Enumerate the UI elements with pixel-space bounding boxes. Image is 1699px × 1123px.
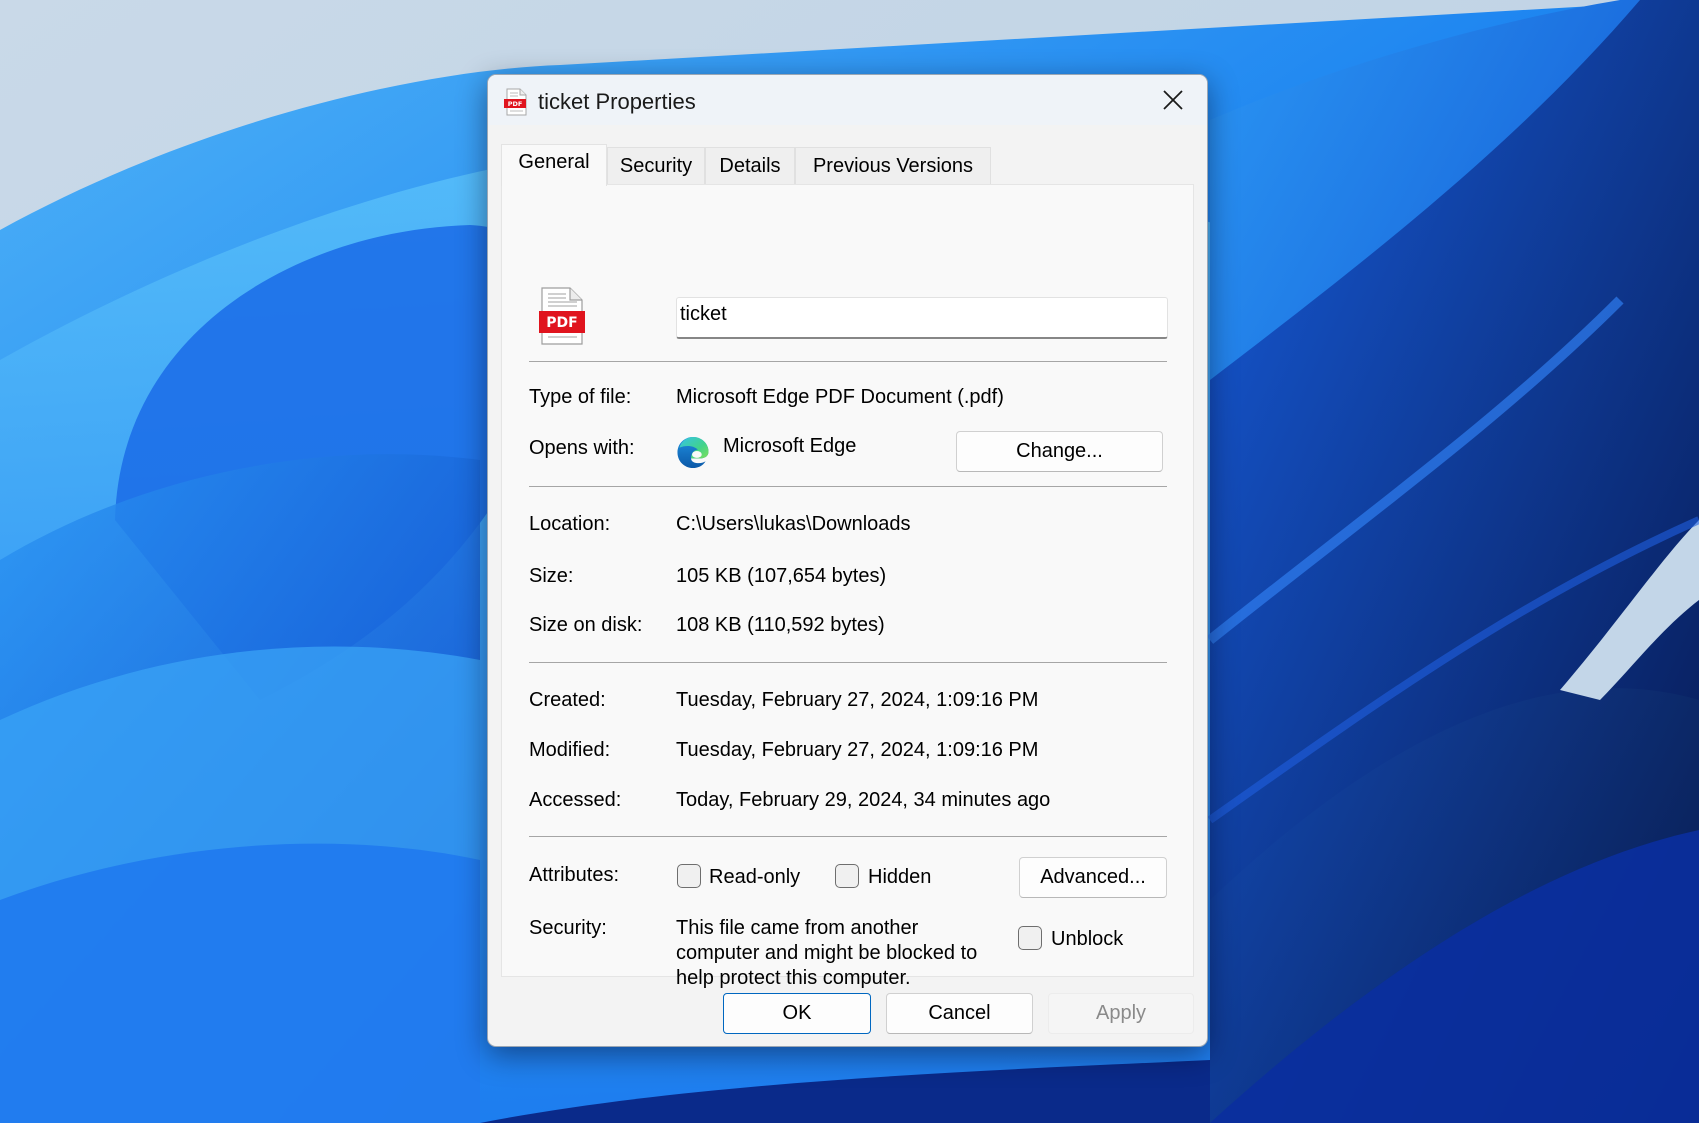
type-of-file-value: Microsoft Edge PDF Document (.pdf): [676, 386, 1004, 408]
apply-button[interactable]: Apply: [1048, 993, 1194, 1034]
cancel-button[interactable]: Cancel: [886, 993, 1033, 1034]
accessed-value: Today, February 29, 2024, 34 minutes ago: [676, 789, 1051, 811]
hidden-checkbox[interactable]: [835, 864, 859, 888]
general-tab-panel: PDF Type of file: Microsoft Edge PDF Doc…: [501, 184, 1194, 989]
tab-security[interactable]: Security: [607, 147, 705, 184]
security-message-line-3: help protect this computer.: [676, 967, 911, 989]
pdf-file-icon: PDF: [504, 88, 527, 116]
pdf-document-icon: PDF: [539, 287, 585, 345]
separator: [529, 361, 1167, 362]
advanced-button[interactable]: Advanced...: [1019, 857, 1167, 898]
accessed-label: Accessed:: [529, 789, 622, 811]
separator: [529, 836, 1167, 837]
tab-details[interactable]: Details: [705, 147, 795, 184]
type-of-file-label: Type of file:: [529, 386, 632, 408]
tab-label: General: [518, 151, 590, 173]
title-bar[interactable]: PDF ticket Properties: [488, 75, 1207, 125]
hidden-label[interactable]: Hidden: [868, 865, 931, 889]
size-value: 105 KB (107,654 bytes): [676, 565, 887, 587]
size-label: Size:: [529, 565, 574, 587]
security-label: Security:: [529, 917, 607, 939]
tab-label: Security: [619, 154, 693, 177]
microsoft-edge-icon: [677, 436, 709, 469]
close-icon: [1163, 90, 1183, 110]
properties-dialog: PDF ticket Properties General Security D…: [487, 74, 1208, 1047]
pdf-badge-text: PDF: [546, 315, 577, 331]
change-button[interactable]: Change...: [956, 431, 1163, 472]
location-label: Location:: [529, 513, 611, 535]
dialog-title: ticket Properties: [538, 89, 696, 114]
read-only-checkbox[interactable]: [677, 864, 701, 888]
tab-general[interactable]: General: [501, 144, 607, 186]
unblock-checkbox[interactable]: [1018, 926, 1042, 950]
attributes-label: Attributes:: [529, 864, 620, 886]
size-on-disk-value: 108 KB (110,592 bytes): [676, 614, 885, 636]
modified-value: Tuesday, February 27, 2024, 1:09:16 PM: [676, 739, 1039, 761]
ok-button[interactable]: OK: [723, 993, 871, 1034]
unblock-label[interactable]: Unblock: [1051, 927, 1123, 951]
tab-label: Details: [719, 154, 781, 177]
size-on-disk-label: Size on disk:: [529, 614, 643, 636]
security-message-line-1: This file came from another: [676, 917, 919, 939]
read-only-label[interactable]: Read-only: [709, 865, 800, 889]
tab-label: Previous Versions: [812, 154, 974, 177]
svg-text:PDF: PDF: [508, 100, 523, 108]
tab-previous-versions[interactable]: Previous Versions: [795, 147, 991, 184]
opens-with-label: Opens with:: [529, 437, 635, 459]
separator: [529, 662, 1167, 663]
close-button[interactable]: [1139, 75, 1207, 125]
created-value: Tuesday, February 27, 2024, 1:09:16 PM: [676, 689, 1039, 711]
modified-label: Modified:: [529, 739, 611, 761]
security-message-line-2: computer and might be blocked to: [676, 942, 978, 964]
file-name-input[interactable]: [676, 297, 1168, 339]
separator: [529, 486, 1167, 487]
location-value: C:\Users\lukas\Downloads: [676, 513, 911, 535]
created-label: Created:: [529, 689, 606, 711]
opens-with-value: Microsoft Edge: [723, 435, 857, 457]
